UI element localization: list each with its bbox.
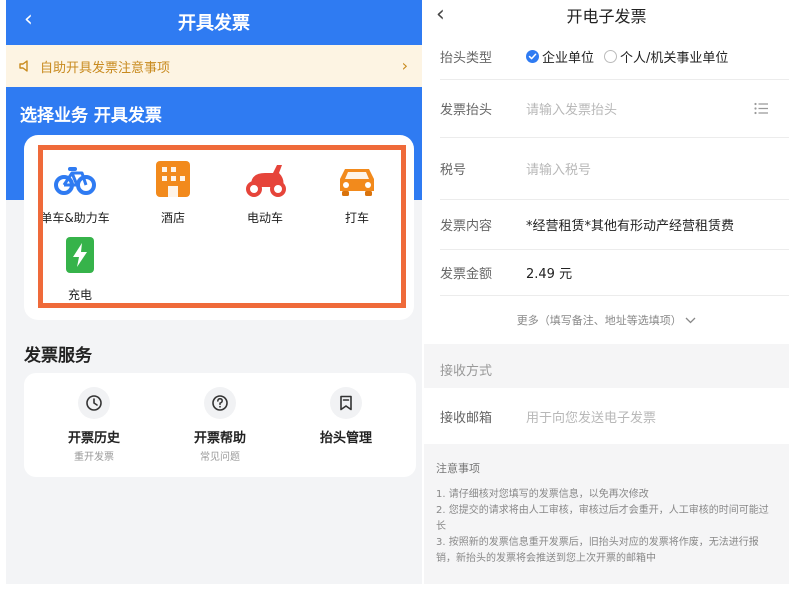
receive-section-header: 接收方式 <box>424 344 789 388</box>
list-icon[interactable] <box>754 102 769 115</box>
invoice-home-screen: ‹ 开具发票 自助开具发票注意事项 › 选择业务 开具发票 单车&助力车 酒店 … <box>6 0 422 584</box>
notes-title: 注意事项 <box>436 462 480 475</box>
note-item: 3. 按照新的发票信息重开发票后，旧抬头对应的发票将作废，无法进行报销，新抬头的… <box>436 537 759 564</box>
service-card: 开票历史 重开发票 开票帮助 常见问题 抬头管理 <box>24 373 416 477</box>
business-section-title: 选择业务 开具发票 <box>20 106 162 126</box>
note-item: 2. 您提交的请求将由人工审核，审核过后才会重开，人工审核的时间可能过长 <box>436 505 769 532</box>
header-type-row: 抬头类型 企业单位 个人/机关事业单位 <box>440 34 789 80</box>
highlight-frame <box>38 145 406 308</box>
service-item-label: 抬头管理 <box>319 431 372 446</box>
page-title: 开电子发票 <box>566 7 647 26</box>
service-item-label: 开票历史 <box>67 431 120 446</box>
field-label: 抬头类型 <box>440 51 493 66</box>
e-invoice-form-screen: ‹ 开电子发票 抬头类型 企业单位 个人/机关事业单位 发票抬头 请输入发票抬头 <box>424 0 789 584</box>
speaker-icon <box>19 60 28 72</box>
screenshot: ‹ 开具发票 自助开具发票注意事项 › 选择业务 开具发票 单车&助力车 酒店 … <box>0 0 789 596</box>
field-label: 税号 <box>440 163 467 178</box>
note-item: 1. 请仔细核对您填写的发票信息，以免再次修改 <box>436 489 649 500</box>
radio-checked-icon <box>526 50 539 63</box>
invoice-amount-row: 发票金额 2.49 元 <box>440 250 789 296</box>
email-row[interactable]: 接收邮箱 用于向您发送电子发票 <box>440 388 789 444</box>
chevron-right-icon: › <box>401 56 408 75</box>
service-item-label: 开票帮助 <box>193 431 246 446</box>
more-options-label: 更多（填写备注、地址等选填项） <box>516 314 682 327</box>
page-title: 开具发票 <box>178 13 250 34</box>
notice-text: 自助开具发票注意事项 <box>40 60 171 76</box>
service-item-sub: 重开发票 <box>74 452 114 463</box>
invoice-title-input[interactable]: 请输入发票抬头 <box>526 99 617 118</box>
field-label: 接收邮箱 <box>440 410 493 426</box>
tax-number-row[interactable]: 税号 请输入税号 <box>440 138 789 200</box>
radio-personal[interactable]: 个人/机关事业单位 <box>604 47 728 66</box>
service-item-title-manage[interactable]: 抬头管理 <box>286 387 406 446</box>
tax-number-input[interactable]: 请输入税号 <box>526 159 591 178</box>
field-label: 发票金额 <box>440 267 493 282</box>
section-title: 接收方式 <box>440 364 493 379</box>
email-input[interactable]: 用于向您发送电子发票 <box>526 407 656 426</box>
service-item-sub: 常见问题 <box>200 452 240 463</box>
service-item-help[interactable]: 开票帮助 常见问题 <box>160 387 280 463</box>
radio-label: 企业单位 <box>542 51 595 66</box>
help-icon <box>204 387 236 419</box>
service-item-history[interactable]: 开票历史 重开发票 <box>34 387 154 463</box>
field-label: 发票内容 <box>440 219 493 234</box>
invoice-content-value: *经营租赁*其他有形动产经营租赁费 <box>526 219 735 234</box>
notice-bar[interactable]: 自助开具发票注意事项 › <box>6 45 422 87</box>
invoice-amount-value: 2.49 元 <box>526 267 573 282</box>
service-section-title: 发票服务 <box>24 346 92 366</box>
notes-panel: 注意事项 1. 请仔细核对您填写的发票信息，以免再次修改 2. 您提交的请求将由… <box>424 444 789 584</box>
chevron-down-icon <box>685 317 696 324</box>
nav-bar: ‹ 开具发票 <box>6 0 422 42</box>
invoice-title-row[interactable]: 发票抬头 请输入发票抬头 <box>440 80 789 138</box>
more-options-toggle[interactable]: 更多（填写备注、地址等选填项） <box>424 312 789 328</box>
field-label: 发票抬头 <box>440 103 493 118</box>
invoice-content-row: 发票内容 *经营租赁*其他有形动产经营租赁费 <box>440 200 789 250</box>
bookmark-icon <box>330 387 362 419</box>
clock-icon <box>78 387 110 419</box>
radio-company[interactable]: 企业单位 <box>526 47 594 66</box>
radio-label: 个人/机关事业单位 <box>620 51 729 66</box>
radio-unchecked-icon <box>604 50 618 63</box>
